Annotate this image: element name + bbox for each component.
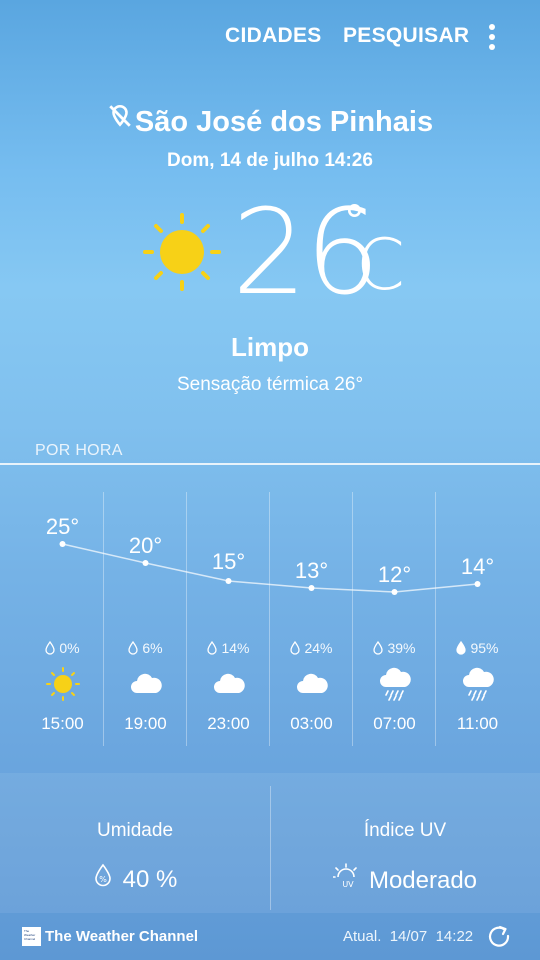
- hourly-time: 23:00: [207, 714, 250, 733]
- uv-sun-icon: UV: [332, 863, 359, 896]
- raindrop-icon: [128, 640, 139, 658]
- raindrop-icon: [45, 640, 56, 658]
- more-vert-icon[interactable]: [484, 24, 500, 50]
- cloud-icon: [294, 667, 330, 701]
- raindrop-icon: [456, 640, 467, 658]
- location-off-icon: [107, 103, 133, 137]
- hourly-temp: 20°: [128, 533, 163, 558]
- cloud-icon: [128, 667, 164, 701]
- precip-chance: 0%: [21, 640, 104, 658]
- precip-value: 0%: [59, 640, 80, 656]
- rain-cloud-icon: [377, 667, 413, 701]
- precip-value: 24%: [304, 640, 333, 656]
- hourly-temp: 15°: [211, 549, 246, 574]
- humidity-icon: %: [93, 863, 113, 894]
- humidity-value-row: % 40 %: [0, 863, 270, 896]
- brand-name[interactable]: The Weather Channel: [45, 928, 198, 945]
- hourly-divider: [0, 463, 540, 465]
- hourly-time: 15:00: [41, 714, 84, 733]
- feels-like-text: Sensação térmica 26°: [176, 374, 364, 395]
- twc-logo: The Weather Channel: [22, 927, 41, 946]
- hourly-temp: 12°: [377, 562, 412, 587]
- precip-value: 14%: [221, 640, 250, 656]
- temperature-unit: C: [356, 224, 405, 306]
- hourly-item: 13° 24% 03:00: [270, 492, 353, 746]
- hourly-time: 03:00: [290, 714, 333, 733]
- svg-text:%: %: [99, 875, 107, 884]
- precip-chance: 14%: [187, 640, 270, 658]
- hourly-item: 12° 39% 07:00: [353, 492, 436, 746]
- last-updated: Atual. 14/07 14:22: [343, 928, 473, 945]
- precip-value: 6%: [142, 640, 163, 656]
- rain-cloud-icon: [460, 667, 496, 701]
- cities-button[interactable]: CIDADES: [225, 24, 322, 48]
- search-button[interactable]: PESQUISAR: [343, 24, 469, 48]
- sun-icon: [143, 213, 221, 291]
- raindrop-icon: [290, 640, 301, 658]
- location-name: São José dos Pinhais: [134, 106, 434, 138]
- top-app-bar: CIDADES PESQUISAR: [0, 0, 540, 72]
- humidity-value: 40 %: [122, 865, 178, 893]
- raindrop-icon: [207, 640, 218, 658]
- precip-chance: 95%: [436, 640, 519, 658]
- uv-icon-text: UV: [342, 880, 354, 889]
- hourly-item: 25° 0% 15:00: [21, 492, 104, 746]
- hourly-temp: 13°: [294, 558, 329, 583]
- hourly-time: 07:00: [373, 714, 416, 733]
- hourly-temp: 25°: [45, 514, 80, 539]
- sun-icon: [45, 667, 81, 701]
- precip-chance: 39%: [353, 640, 436, 658]
- precip-value: 95%: [470, 640, 499, 656]
- humidity-label: Umidade: [96, 820, 174, 841]
- hourly-item: 15° 14% 23:00: [187, 492, 270, 746]
- uv-value: Moderado: [368, 866, 478, 894]
- uv-index-label: Índice UV: [363, 820, 447, 841]
- hourly-time: 11:00: [456, 714, 499, 733]
- uv-value-row: UV Moderado: [270, 863, 540, 898]
- hourly-item: 20° 6% 19:00: [104, 492, 187, 746]
- precip-chance: 24%: [270, 640, 353, 658]
- precip-value: 39%: [387, 640, 416, 656]
- twc-logo-text: The Weather Channel: [24, 929, 36, 941]
- refresh-icon[interactable]: [487, 924, 511, 948]
- updated-label: Atual.: [343, 928, 382, 945]
- hourly-item: 14° 95% 11:00: [436, 492, 519, 746]
- updated-date: 14/07: [389, 928, 428, 945]
- location-datetime: Dom, 14 de julho 14:26: [167, 150, 373, 171]
- raindrop-icon: [373, 640, 384, 658]
- hourly-section-label: POR HORA: [35, 442, 123, 459]
- condition-text: Limpo: [231, 332, 309, 362]
- hourly-time: 19:00: [124, 714, 167, 733]
- cloud-icon: [211, 667, 247, 701]
- hourly-temp: 14°: [460, 554, 495, 579]
- location-title: São José dos Pinhais: [0, 103, 540, 140]
- updated-time: 14:22: [435, 928, 474, 945]
- precip-chance: 6%: [104, 640, 187, 658]
